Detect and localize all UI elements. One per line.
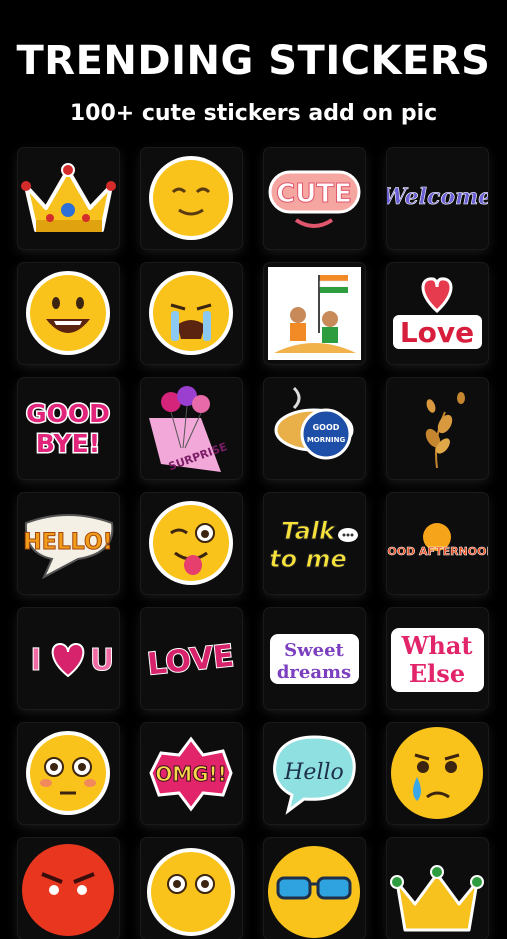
balloons-surprise-icon: SURPRISE bbox=[149, 386, 229, 473]
sticker-tile[interactable]: GOOD BYE! bbox=[18, 378, 119, 479]
welcome-text-icon: Welcome bbox=[387, 184, 488, 211]
svg-text:U: U bbox=[90, 643, 114, 678]
sticker-tile[interactable] bbox=[18, 148, 119, 249]
svg-text:Sweet: Sweet bbox=[284, 640, 344, 661]
surprised-emoji-icon bbox=[147, 848, 235, 936]
sticker-tile[interactable] bbox=[141, 148, 242, 249]
talk-to-me-text-icon: Talk to me bbox=[269, 517, 358, 574]
svg-text:Else: Else bbox=[409, 659, 465, 688]
svg-text:GOOD AFTERNOON: GOOD AFTERNOON bbox=[387, 545, 488, 558]
sticker-tile[interactable]: Talk to me bbox=[264, 493, 365, 594]
svg-text:GOOD: GOOD bbox=[26, 399, 110, 428]
sticker-tile[interactable]: Love bbox=[387, 263, 488, 364]
svg-text:LOVE: LOVE bbox=[146, 639, 236, 683]
sticker-tile[interactable] bbox=[387, 838, 488, 939]
crown-icon bbox=[21, 163, 116, 232]
autumn-leaves-icon bbox=[425, 392, 465, 469]
sticker-tile[interactable]: CUTE bbox=[264, 148, 365, 249]
hello-speech-bubble-icon: HELLO! bbox=[23, 514, 114, 580]
smiling-emoji-icon bbox=[149, 156, 233, 240]
page-title: TRENDING STICKERS bbox=[16, 38, 491, 84]
winking-tongue-emoji-icon bbox=[149, 501, 233, 585]
svg-text:I: I bbox=[30, 643, 41, 678]
sticker-tile[interactable] bbox=[387, 378, 488, 479]
sticker-tile[interactable] bbox=[141, 263, 242, 364]
sad-tear-emoji-icon bbox=[391, 727, 483, 819]
sticker-grid: CUTE Welcome Love GOOD BYE! SURPRISE GOO… bbox=[18, 148, 488, 939]
sticker-tile[interactable] bbox=[141, 838, 242, 939]
svg-text:GOOD: GOOD bbox=[313, 423, 340, 432]
sticker-tile[interactable]: Welcome bbox=[387, 148, 488, 249]
svg-text:Hello: Hello bbox=[283, 760, 344, 785]
heart-love-icon: Love bbox=[393, 277, 482, 349]
good-bye-text-icon: GOOD BYE! bbox=[25, 398, 112, 460]
cute-text-icon: CUTE bbox=[268, 170, 361, 228]
sticker-tile[interactable]: OMG!! bbox=[141, 723, 242, 824]
good-afternoon-text-icon: GOOD AFTERNOON bbox=[387, 523, 488, 558]
crying-emoji-icon bbox=[149, 271, 233, 355]
sticker-tile[interactable] bbox=[18, 838, 119, 939]
sunglasses-emoji-icon bbox=[268, 846, 360, 938]
svg-text:What: What bbox=[400, 631, 472, 660]
good-morning-teapot-icon: GOOD MORNING bbox=[274, 386, 354, 460]
svg-text:BYE!: BYE! bbox=[36, 429, 100, 458]
what-else-text-icon: What Else bbox=[391, 628, 484, 692]
sticker-tile[interactable]: Sweet dreams bbox=[264, 608, 365, 709]
sticker-tile[interactable] bbox=[264, 263, 365, 364]
sticker-tile[interactable] bbox=[141, 493, 242, 594]
republic-day-icon bbox=[268, 267, 361, 360]
svg-text:HELLO!: HELLO! bbox=[23, 530, 112, 555]
love-text-icon: LOVE bbox=[145, 638, 237, 684]
hello-bubble-icon: Hello bbox=[273, 735, 356, 815]
svg-text:to me: to me bbox=[269, 545, 347, 573]
svg-text:OMG!!: OMG!! bbox=[155, 762, 227, 786]
sticker-tile[interactable] bbox=[18, 723, 119, 824]
svg-text:CUTE: CUTE bbox=[276, 179, 352, 209]
svg-text:MORNING: MORNING bbox=[307, 436, 346, 444]
sticker-tile[interactable]: GOOD MORNING bbox=[264, 378, 365, 479]
svg-text:Love: Love bbox=[400, 316, 474, 349]
sticker-tile[interactable]: Hello bbox=[264, 723, 365, 824]
i-love-u-text-icon: I U bbox=[30, 643, 115, 679]
sticker-tile[interactable]: GOOD AFTERNOON bbox=[387, 493, 488, 594]
omg-text-icon: OMG!! bbox=[149, 736, 233, 812]
svg-text:dreams: dreams bbox=[277, 662, 351, 683]
sticker-tile[interactable] bbox=[387, 723, 488, 824]
flushed-emoji-icon bbox=[26, 731, 110, 815]
laughing-emoji-icon bbox=[26, 271, 110, 355]
sticker-tile[interactable]: SURPRISE bbox=[141, 378, 242, 479]
sticker-tile[interactable]: LOVE bbox=[141, 608, 242, 709]
sticker-tile[interactable] bbox=[264, 838, 365, 939]
sticker-tile[interactable]: I U bbox=[18, 608, 119, 709]
crown-outline-icon bbox=[390, 865, 484, 932]
svg-text:Talk: Talk bbox=[281, 517, 337, 545]
sticker-tile[interactable] bbox=[18, 263, 119, 364]
svg-text:Welcome: Welcome bbox=[387, 184, 488, 210]
angry-emoji-icon bbox=[22, 844, 114, 936]
sticker-tile[interactable]: HELLO! bbox=[18, 493, 119, 594]
sticker-tile[interactable]: What Else bbox=[387, 608, 488, 709]
page-subtitle: 100+ cute stickers add on pic bbox=[69, 101, 438, 126]
sweet-dreams-text-icon: Sweet dreams bbox=[270, 634, 359, 684]
